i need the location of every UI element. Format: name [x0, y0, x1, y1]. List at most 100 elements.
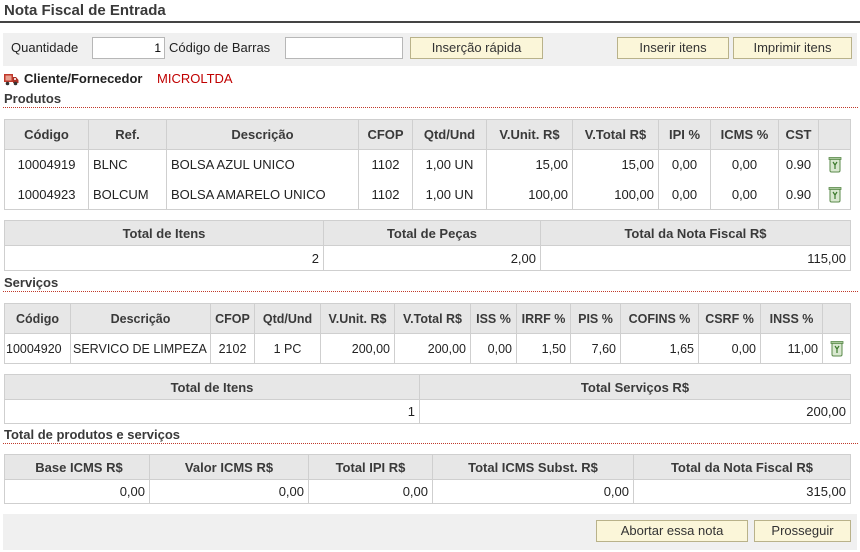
column-header: INSS % [760, 303, 823, 334]
products-header-row: Código Ref. Descrição CFOP Qtd/Und V.Uni… [4, 119, 851, 150]
page-title: Nota Fiscal de Entrada [4, 2, 166, 19]
product-description: BOLSA AZUL UNICO [166, 149, 359, 180]
quick-insert-button[interactable]: Inserção rápida [410, 37, 543, 59]
column-header: Valor ICMS R$ [149, 454, 309, 480]
column-header-actions [822, 303, 851, 334]
products-totals-header-row: Total de Itens Total de Peças Total da N… [4, 220, 851, 246]
services-header-row: Código Descrição CFOP Qtd/Und V.Unit. R$… [4, 303, 851, 334]
proceed-button[interactable]: Prosseguir [754, 520, 851, 542]
product-unit-value: 15,00 [486, 149, 573, 180]
column-header: Total de Peças [323, 220, 541, 246]
products-totals-table: Total de Itens Total de Peças Total da N… [4, 220, 851, 271]
invoice-grand-total: 315,00 [633, 479, 851, 504]
product-total-value: 15,00 [572, 149, 659, 180]
product-cfop: 1102 [358, 179, 413, 210]
barcode-label: Código de Barras [169, 40, 271, 55]
column-header: Ref. [88, 119, 167, 150]
product-ref: BLNC [88, 149, 167, 180]
column-header: Total ICMS Subst. R$ [432, 454, 634, 480]
trash-icon [830, 341, 843, 357]
product-ipi: 0,00 [658, 149, 711, 180]
grand-totals-header-row: Base ICMS R$ Valor ICMS R$ Total IPI R$ … [4, 454, 851, 480]
column-header: Total Serviços R$ [419, 374, 851, 400]
column-header: CFOP [210, 303, 255, 334]
column-header: PIS % [570, 303, 621, 334]
delete-service-button[interactable] [822, 333, 851, 364]
service-cofins: 1,65 [620, 333, 699, 364]
service-csrf: 0,00 [698, 333, 761, 364]
product-ipi: 0,00 [658, 179, 711, 210]
column-header: V.Total R$ [394, 303, 471, 334]
barcode-input[interactable] [285, 37, 403, 59]
toolbar: Quantidade Código de Barras Inserção ráp… [3, 33, 857, 66]
column-header: V.Unit. R$ [486, 119, 573, 150]
table-row: 10004923 BOLCUM BOLSA AMARELO UNICO 1102… [4, 179, 851, 210]
base-icms-value: 0,00 [4, 479, 150, 504]
services-totals-row: 1 200,00 [4, 399, 851, 424]
products-table: Código Ref. Descrição CFOP Qtd/Und V.Uni… [4, 119, 851, 210]
column-header: Código [4, 303, 71, 334]
service-description: SERVICO DE LIMPEZA [70, 333, 211, 364]
product-cst: 0.90 [778, 149, 819, 180]
products-invoice-total: 115,00 [540, 245, 851, 271]
icms-value: 0,00 [149, 479, 309, 504]
service-iss: 0,00 [470, 333, 517, 364]
truck-icon [4, 74, 19, 86]
trash-icon [828, 186, 841, 203]
column-header: Total IPI R$ [308, 454, 433, 480]
quantity-input[interactable] [92, 37, 165, 59]
column-header: Total de Itens [4, 220, 324, 246]
service-code: 10004920 [4, 333, 71, 364]
print-items-button[interactable]: Imprimir itens [733, 37, 852, 59]
products-total-pieces: 2,00 [323, 245, 541, 271]
insert-items-button[interactable]: Inserir itens [617, 37, 729, 59]
product-total-value: 100,00 [572, 179, 659, 210]
product-qty: 1,00 UN [412, 179, 487, 210]
products-totals-row: 2 2,00 115,00 [4, 245, 851, 271]
product-unit-value: 100,00 [486, 179, 573, 210]
column-header: CST [778, 119, 819, 150]
column-header: CFOP [358, 119, 413, 150]
column-header: Qtd/Und [254, 303, 321, 334]
service-irrf: 1,50 [516, 333, 571, 364]
product-qty: 1,00 UN [412, 149, 487, 180]
product-icms: 0,00 [710, 179, 779, 210]
column-header: Código [4, 119, 89, 150]
services-total-value: 200,00 [419, 399, 851, 424]
column-header: Total da Nota Fiscal R$ [540, 220, 851, 246]
product-icms: 0,00 [710, 149, 779, 180]
column-header: Descrição [70, 303, 211, 334]
column-header-actions [818, 119, 851, 150]
column-header: Qtd/Und [412, 119, 487, 150]
service-qty: 1 PC [254, 333, 321, 364]
column-header: ICMS % [710, 119, 779, 150]
delete-product-button[interactable] [818, 149, 851, 180]
column-header: Base ICMS R$ [4, 454, 150, 480]
table-row: 10004919 BLNC BOLSA AZUL UNICO 1102 1,00… [4, 149, 851, 180]
client-label: Cliente/Fornecedor [24, 71, 143, 86]
service-pis: 7,60 [570, 333, 621, 364]
column-header: V.Unit. R$ [320, 303, 395, 334]
column-header: Descrição [166, 119, 359, 150]
product-cfop: 1102 [358, 149, 413, 180]
column-header: IPI % [658, 119, 711, 150]
service-total-value: 200,00 [394, 333, 471, 364]
product-cst: 0.90 [778, 179, 819, 210]
services-totals-table: Total de Itens Total Serviços R$ 1 200,0… [4, 374, 851, 424]
column-header: ISS % [470, 303, 517, 334]
delete-product-button[interactable] [818, 179, 851, 210]
service-inss: 11,00 [760, 333, 823, 364]
abort-invoice-button[interactable]: Abortar essa nota [596, 520, 748, 542]
grand-totals-table: Base ICMS R$ Valor ICMS R$ Total IPI R$ … [4, 454, 851, 504]
total-icms-subst-value: 0,00 [432, 479, 634, 504]
product-code: 10004923 [4, 179, 89, 210]
product-code: 10004919 [4, 149, 89, 180]
footer-bar: Abortar essa nota Prosseguir [3, 514, 857, 550]
column-header: COFINS % [620, 303, 699, 334]
service-cfop: 2102 [210, 333, 255, 364]
services-section-title: Serviços [4, 275, 59, 290]
services-totals-header-row: Total de Itens Total Serviços R$ [4, 374, 851, 400]
service-unit-value: 200,00 [320, 333, 395, 364]
products-total-items: 2 [4, 245, 324, 271]
trash-icon [828, 157, 841, 173]
